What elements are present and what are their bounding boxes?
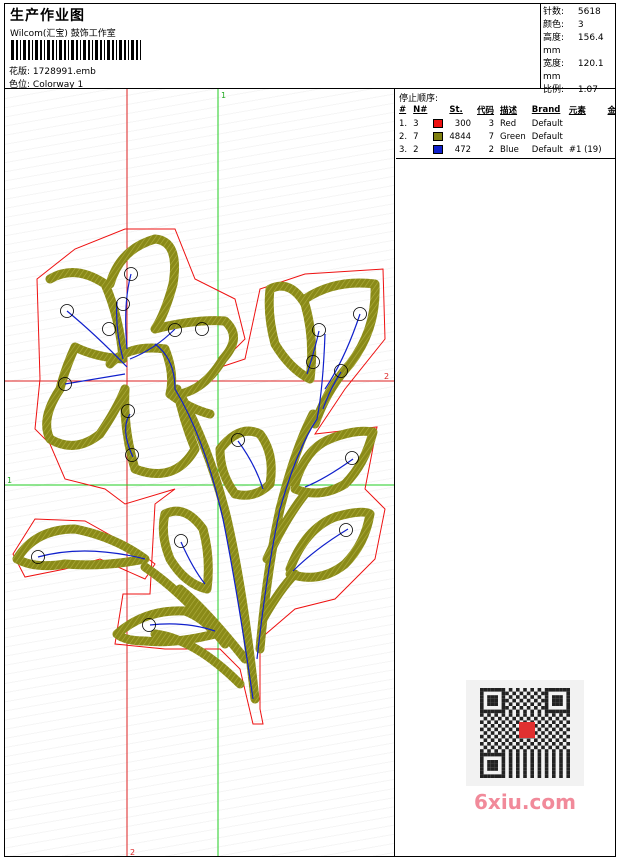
design-preview: 1 1 2 2 [5,89,395,857]
table-row: 3. 2 472 2 Blue Default #1 (19) [399,144,602,155]
qr-code-watermark [466,680,584,786]
stat-width: 宽度: 120.1 mm [543,59,604,82]
needle-point [102,322,116,336]
design-file-value: 1728991.emb [32,67,96,77]
embroidery-drawing: 1 1 2 2 [5,89,394,857]
col-brand: Brand [531,105,561,115]
blue-path-petals [64,273,176,458]
stat-height: 高度: 156.4 mm [543,33,604,56]
stop-sequence-title: 停止顺序: [399,94,439,104]
panel-rule [396,158,615,159]
color-table: # N# St. 代码 描述 Brand 元素 金片机 1. 3 300 [396,104,616,156]
color-swatch [433,131,444,141]
col-element: 元素 [568,106,586,116]
leaf-middle-left [158,506,213,594]
needle-point [345,451,359,465]
page-title: 生产作业图 [10,8,85,24]
leaf-right-upper [290,426,378,498]
col-code: 代码 [477,106,495,116]
stat-colors: 颜色: 3 [543,20,584,30]
guide-label-bottom-2: 2 [130,848,135,857]
color-swatch [433,118,444,128]
guide-label-left-1: 1 [7,476,12,485]
color-table-header: # N# St. 代码 描述 Brand 元素 金片机 [396,104,616,117]
header-divider [540,4,541,88]
table-row: 2. 7 4844 7 Green Default [399,131,563,142]
red-outline [34,228,386,725]
needle-point [116,297,130,311]
col-n: N# [413,105,428,115]
leaf-center [215,426,276,500]
stats-block: 针数: 5618 颜色: 3 高度: 156.4 mm 宽度: 120.1 mm… [543,6,615,97]
stat-stitches: 针数: 5618 [543,7,601,17]
guide-label-right-2: 2 [384,372,389,381]
col-stitches: St. [449,105,463,115]
barcode-image [11,40,141,60]
col-sequin: 金片机 [607,106,616,116]
design-file-row: 花版: 1728991.emb [9,64,96,77]
leaf-left [12,524,150,571]
col-num: # [399,105,407,115]
needle-point [174,534,188,548]
col-desc: 描述 [500,106,518,116]
watermark-text: 6xiu.com [474,790,576,814]
brand-line: Wilcom(汇宝) 鼓饰工作室 [10,29,116,39]
color-swatch [433,144,444,154]
table-row: 1. 3 300 3 Red Default [399,118,563,129]
leaf-right-lower [285,507,375,582]
design-file-label: 花版: [9,67,31,77]
col-swatch [430,104,446,117]
qr-code-icon [480,688,570,778]
guide-label-top-1: 1 [221,91,226,100]
bud-right-outline [264,278,380,429]
